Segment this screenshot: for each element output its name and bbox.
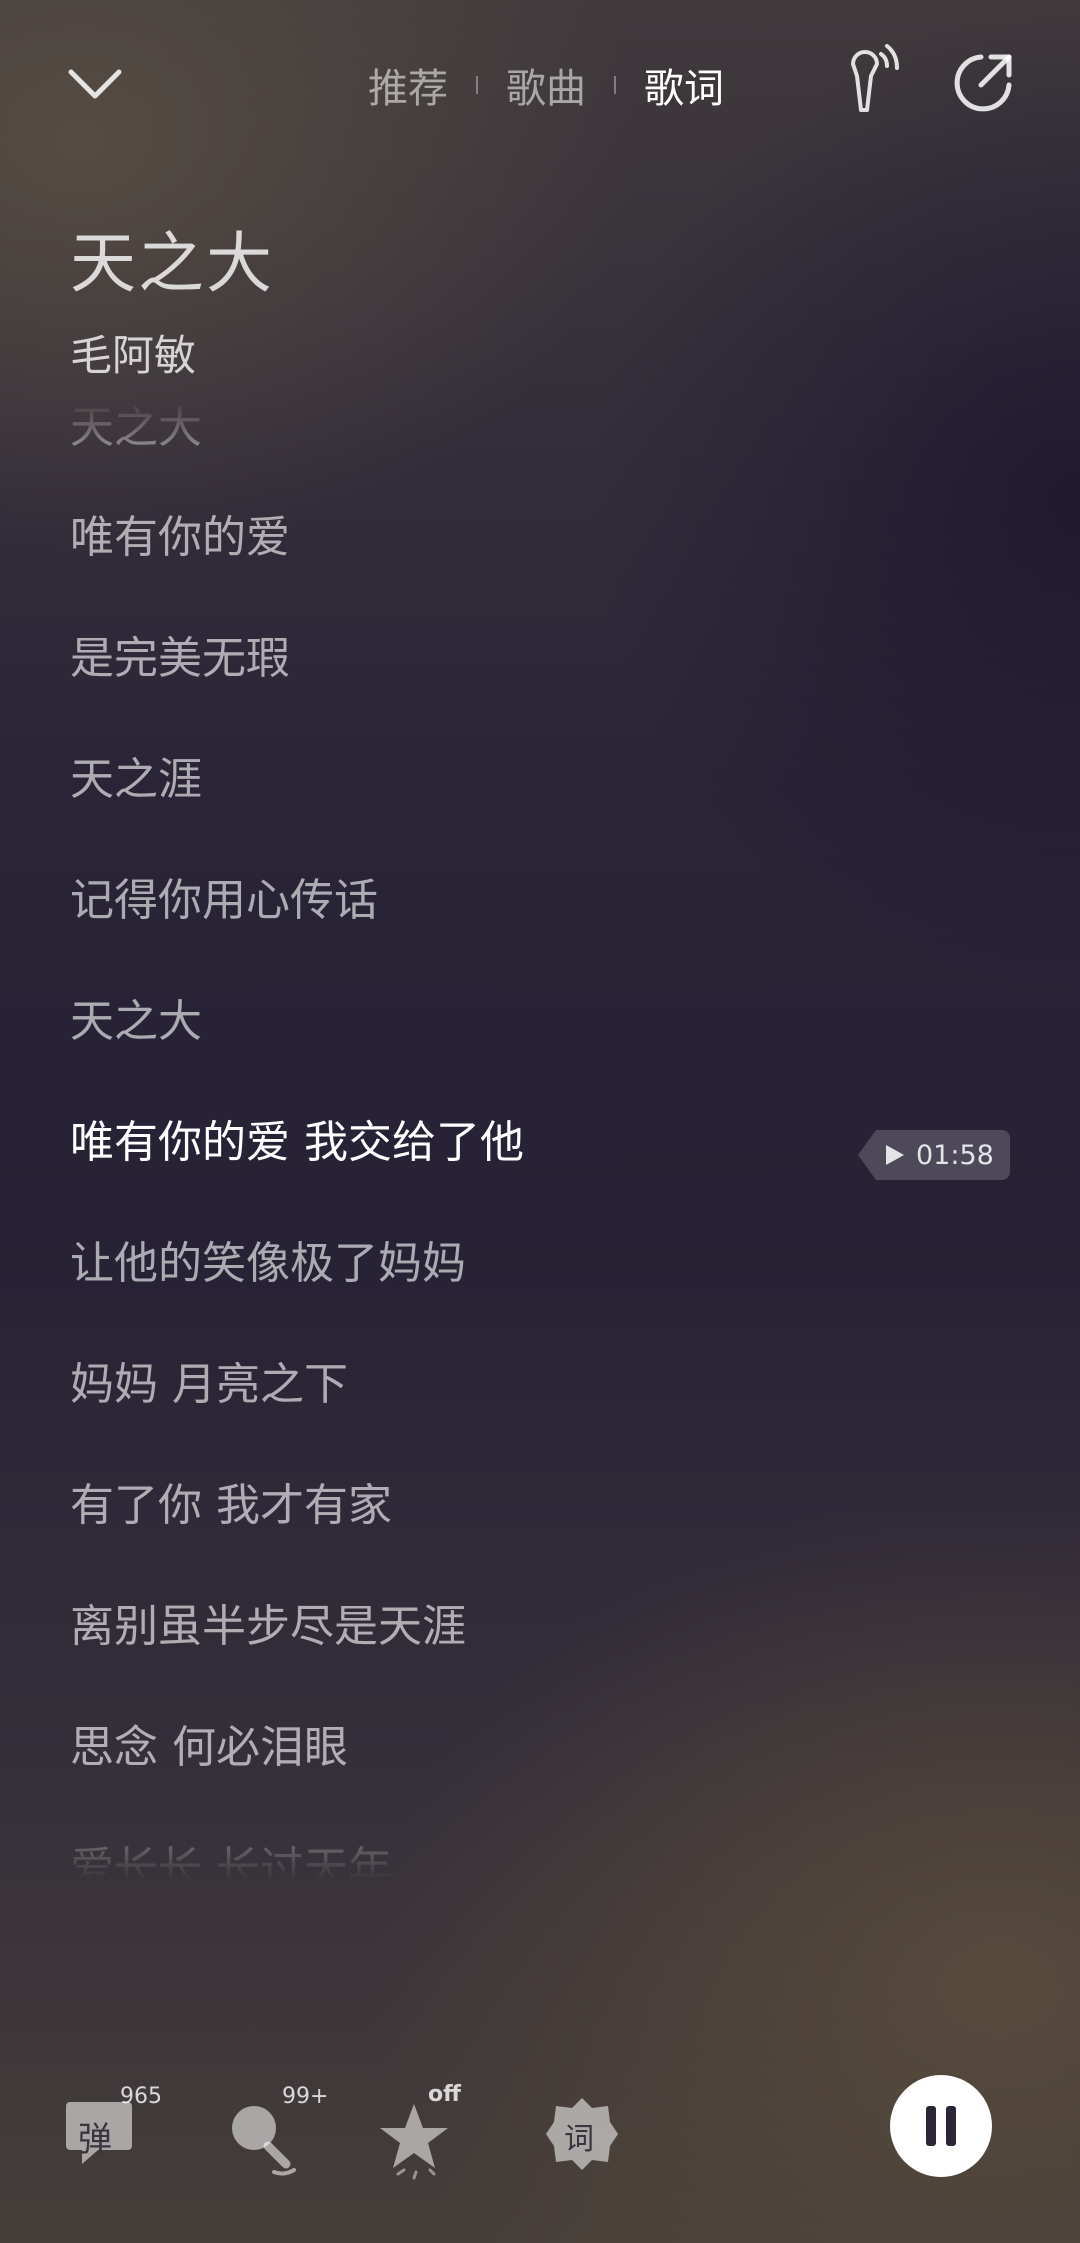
pill-arrow	[858, 1130, 876, 1180]
song-title: 天之大	[70, 225, 274, 302]
chevron-down-icon	[68, 69, 122, 99]
lyric-line[interactable]: 唯有你的爱	[70, 510, 290, 566]
danmaku-button[interactable]: 弹 965	[62, 2084, 162, 2180]
lyrics-style-button[interactable]: 词	[540, 2090, 630, 2180]
danmaku-glyph: 弹	[78, 2120, 112, 2160]
sing-button[interactable]	[838, 42, 908, 122]
lyric-line[interactable]: 让他的笑像极了妈妈	[70, 1236, 466, 1292]
tab-recommend[interactable]: 推荐	[340, 56, 476, 114]
lyric-line[interactable]: 思念 何必泪眼	[70, 1720, 348, 1776]
lyric-line[interactable]: 妈妈 月亮之下	[70, 1357, 348, 1413]
tab-bar: 推荐 歌曲 歌词	[340, 50, 752, 120]
lyric-line[interactable]: 天之大	[70, 994, 202, 1050]
comment-icon	[232, 2106, 296, 2176]
danmaku-count: 965	[120, 2084, 162, 2109]
lyric-line[interactable]: 是完美无瑕	[70, 631, 290, 687]
tab-song[interactable]: 歌曲	[478, 56, 614, 114]
play-small-icon	[886, 1145, 904, 1165]
lyric-line[interactable]: 有了你 我才有家	[70, 1478, 392, 1534]
lyric-line[interactable]: 记得你用心传话	[70, 873, 378, 929]
comments-count: 99+	[282, 2084, 329, 2109]
share-button[interactable]	[948, 48, 1018, 118]
effects-status: off	[428, 2082, 461, 2107]
lyric-line[interactable]: 爱长长 长过天年	[70, 1841, 392, 1880]
pill-body: 01:58	[876, 1130, 1010, 1180]
lyric-glyph: 词	[564, 2122, 594, 2157]
collapse-button[interactable]	[60, 55, 130, 115]
share-icon	[954, 54, 1012, 112]
seek-to-line-button[interactable]: 01:58	[858, 1130, 1010, 1180]
lyric-line[interactable]: 天之大	[70, 400, 202, 456]
microphone-icon	[851, 44, 899, 112]
song-artist[interactable]: 毛阿敏	[70, 322, 196, 383]
tab-lyrics[interactable]: 歌词	[616, 56, 752, 114]
pause-icon	[926, 2106, 956, 2146]
star-effect-icon	[380, 2104, 448, 2180]
lyric-line[interactable]: 离别虽半步尽是天涯	[70, 1599, 466, 1655]
seek-time: 01:58	[916, 1139, 994, 1171]
lyric-line[interactable]: 天之涯	[70, 752, 202, 808]
effects-button[interactable]: off	[378, 2082, 468, 2180]
lyric-line-current[interactable]: 唯有你的爱 我交给了他	[70, 1115, 524, 1171]
comments-button[interactable]: 99+	[222, 2084, 328, 2180]
pause-button[interactable]	[890, 2075, 992, 2177]
